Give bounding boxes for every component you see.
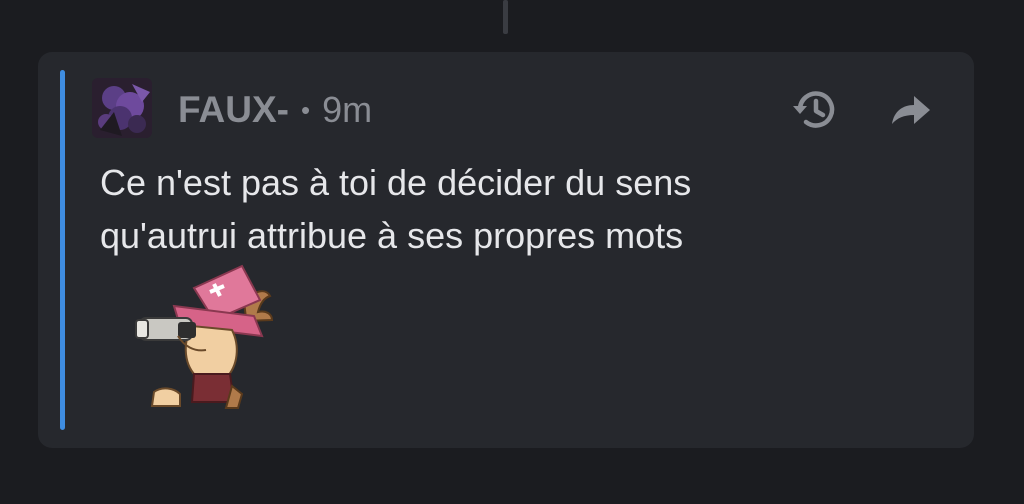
share-icon (892, 96, 930, 124)
avatar[interactable] (92, 78, 152, 138)
avatar-image (92, 78, 152, 138)
history-icon (793, 91, 835, 128)
post-message: Ce n'est pas à toi de décider du sens qu… (100, 156, 920, 262)
message-line: qu'autrui attribue à ses propres mots (100, 215, 684, 256)
author-name[interactable]: FAUX- (178, 89, 289, 131)
sticker-image (135, 264, 274, 409)
thread-connector-line (503, 0, 508, 34)
post-timestamp: 9m (322, 89, 373, 130)
chopper-sticker[interactable] (134, 262, 284, 412)
post-meta: FAUX- • 9m (178, 88, 372, 132)
meta-separator: • (301, 94, 311, 125)
accent-bar (60, 70, 65, 430)
post-card[interactable]: FAUX- • 9m Ce n'est pas à toi de décider… (38, 52, 974, 448)
share-button[interactable] (884, 84, 936, 136)
page: FAUX- • 9m Ce n'est pas à toi de décider… (0, 0, 1024, 504)
message-line: Ce n'est pas à toi de décider du sens (100, 162, 692, 203)
history-button[interactable] (790, 84, 842, 136)
